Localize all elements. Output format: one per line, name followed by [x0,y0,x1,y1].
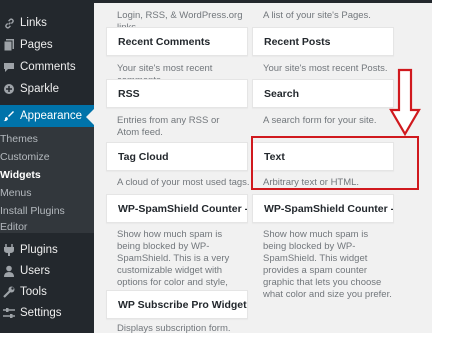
sidebar-item-label: Settings [20,307,62,319]
link-icon [0,18,18,29]
sidebar-item-links[interactable]: Links [0,12,94,34]
plugin-icon [0,244,18,256]
paintbrush-icon [0,110,18,122]
sidebar-item-users[interactable]: Users [0,260,94,282]
widget-tag-cloud[interactable]: Tag Cloud [106,142,248,171]
submenu-item-customize[interactable]: Customize [0,148,94,166]
sidebar-item-sparkle[interactable]: Sparkle [0,78,94,100]
active-menu-pointer [86,109,94,125]
page-margin-bottom [0,333,474,341]
widget-recent-posts[interactable]: Recent Posts [252,27,394,56]
sidebar-item-label: Tools [20,286,47,298]
sidebar-item-label: Appearance [20,110,83,122]
sidebar-item-label: Users [20,265,51,277]
sidebar-item-label: Sparkle [20,83,59,95]
submenu-item-editor[interactable]: Editor [0,218,94,236]
settings-icon [0,307,18,319]
annotation-highlight-box [251,136,419,190]
widget-subscribe-pro[interactable]: WP Subscribe Pro Widget [106,290,248,319]
submenu-item-menus[interactable]: Menus [0,184,94,202]
sidebar-item-plugins[interactable]: Plugins [0,239,94,261]
widget-rss[interactable]: RSS [106,79,248,108]
wrench-icon [0,286,18,298]
comment-icon [0,62,18,73]
search-description: A search form for your site. [263,115,377,126]
sidebar-item-comments[interactable]: Comments [0,56,94,78]
widget-spamshield-counter-graphic[interactable]: WP-SpamShield Counter - Gr… [252,194,394,223]
sidebar-item-tools[interactable]: Tools [0,281,94,303]
sidebar-item-label: Links [20,17,47,29]
submenu-item-widgets[interactable]: Widgets [0,166,94,184]
rss-description: Entries from any RSS or Atom feed. [117,115,220,138]
sidebar-item-settings[interactable]: Settings [0,302,94,324]
top-strip [94,0,432,3]
page-margin-right [432,0,474,341]
sidebar-item-label: Plugins [20,244,58,256]
spamshield-graphic-description: Show how much spam is being blocked by W… [263,229,392,300]
widget-recent-comments[interactable]: Recent Comments [106,27,248,56]
widget-search[interactable]: Search [252,79,394,108]
recent-posts-description: Your site's most recent Posts. [263,63,388,74]
sidebar-item-pages[interactable]: Pages [0,34,94,56]
widget-spamshield-counter-custom[interactable]: WP-SpamShield Counter - Cu… [106,194,248,223]
sidebar-item-appearance[interactable]: Appearance [0,105,94,127]
annotation-down-arrow [389,68,421,136]
sidebar-item-label: Pages [20,39,53,51]
admin-sidebar: Links Pages Comments Sparkle Appearance … [0,0,94,333]
users-icon [0,265,18,277]
sidebar-item-label: Comments [20,61,76,73]
submenu-item-themes[interactable]: Themes [0,130,94,148]
tag-cloud-description: A cloud of your most used tags. [117,177,250,188]
sparkle-icon [0,83,18,95]
pages-icon [0,39,18,51]
pages-widget-description: A list of your site's Pages. [263,10,371,21]
